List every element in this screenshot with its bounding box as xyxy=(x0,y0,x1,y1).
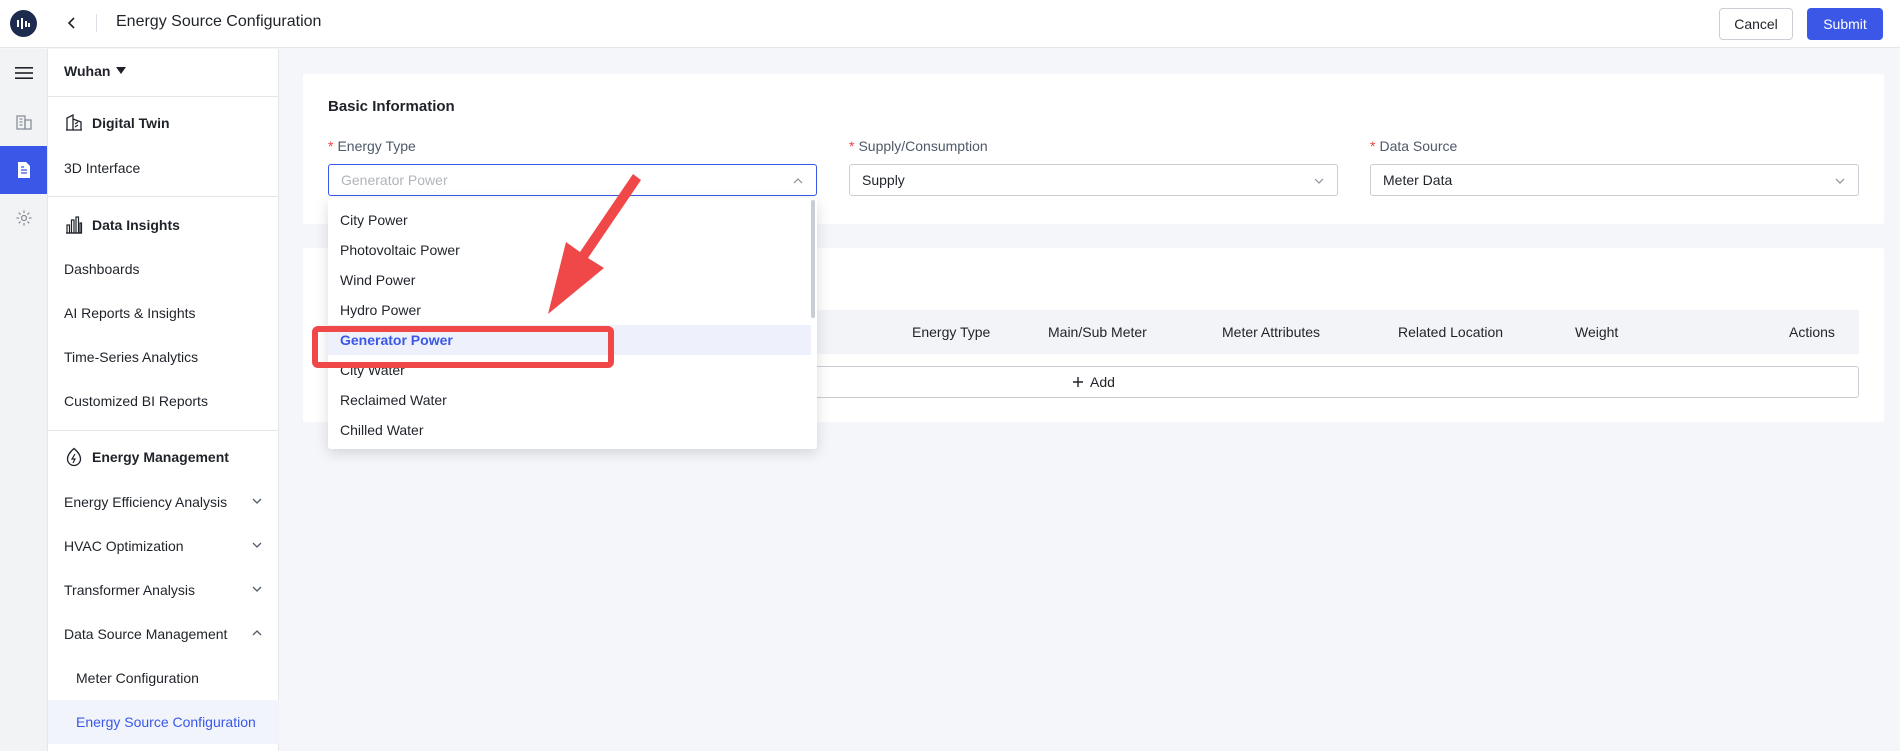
data-source-label: * Data Source xyxy=(1370,138,1458,154)
top-bar: Energy Source Configuration Cancel Submi… xyxy=(0,0,1900,48)
logo-bars-icon xyxy=(17,18,30,29)
rail-reports[interactable] xyxy=(0,146,47,194)
dropdown-scrollbar[interactable] xyxy=(811,200,815,318)
column-weight: Weight xyxy=(1575,324,1619,340)
group-energy-management: Energy Management xyxy=(64,447,229,467)
document-icon xyxy=(17,162,30,178)
option-reclaimed-water[interactable]: Reclaimed Water xyxy=(328,385,811,415)
app-logo[interactable] xyxy=(10,10,37,37)
caret-down-icon xyxy=(116,67,127,74)
sidebar-item-hvac[interactable]: HVAC Optimization xyxy=(48,524,279,568)
column-related-location: Related Location xyxy=(1398,324,1504,340)
chevron-down-icon xyxy=(252,542,262,548)
rail-buildings[interactable] xyxy=(0,98,47,146)
chevron-down-icon xyxy=(1314,178,1324,184)
energy-type-label: * Energy Type xyxy=(328,138,416,154)
chevron-down-icon xyxy=(252,498,262,504)
sidebar-item-ai-reports[interactable]: AI Reports & Insights xyxy=(48,291,279,335)
bar-chart-icon xyxy=(66,216,83,234)
sidebar: Wuhan Digital Twin 3D Interface Data Ins… xyxy=(48,49,279,751)
page-title: Energy Source Configuration xyxy=(116,13,322,30)
supply-consumption-select[interactable]: Supply xyxy=(849,164,1338,196)
data-source-select[interactable]: Meter Data xyxy=(1370,164,1859,196)
menu-toggle-button[interactable] xyxy=(0,49,47,97)
site-selector[interactable]: Wuhan xyxy=(64,63,127,79)
option-generator-power[interactable]: Generator Power xyxy=(328,325,811,355)
sidebar-item-data-source-management[interactable]: Data Source Management xyxy=(48,612,279,656)
site-name: Wuhan xyxy=(64,63,111,79)
cancel-button[interactable]: Cancel xyxy=(1719,8,1793,40)
column-energy-type: Energy Type xyxy=(912,324,991,340)
option-city-water[interactable]: City Water xyxy=(328,355,811,385)
group-digital-twin: Digital Twin xyxy=(64,113,170,133)
chevron-up-icon xyxy=(793,178,803,184)
option-hydro-power[interactable]: Hydro Power xyxy=(328,295,811,325)
option-photovoltaic-power[interactable]: Photovoltaic Power xyxy=(328,235,811,265)
option-wind-power[interactable]: Wind Power xyxy=(328,265,811,295)
sidebar-divider xyxy=(48,430,279,431)
section-title: Basic Information xyxy=(328,98,455,115)
hamburger-menu-icon xyxy=(14,67,33,79)
sidebar-item-time-series[interactable]: Time-Series Analytics xyxy=(48,335,279,379)
header-divider xyxy=(96,14,97,32)
sidebar-divider xyxy=(48,96,279,97)
column-main-sub-meter: Main/Sub Meter xyxy=(1048,324,1147,340)
energy-type-select[interactable]: Generator Power xyxy=(328,164,817,196)
back-button[interactable] xyxy=(62,13,82,33)
digital-twin-icon xyxy=(66,113,82,131)
group-data-insights: Data Insights xyxy=(64,215,180,235)
rail-settings[interactable] xyxy=(0,194,47,242)
required-asterisk: * xyxy=(1370,138,1376,154)
sidebar-item-dashboards[interactable]: Dashboards xyxy=(48,247,279,291)
required-asterisk: * xyxy=(328,138,334,154)
sidebar-item-meter-configuration[interactable]: Meter Configuration xyxy=(48,656,279,700)
required-asterisk: * xyxy=(849,138,855,154)
column-meter-attributes: Meter Attributes xyxy=(1222,324,1321,340)
energy-leaf-icon xyxy=(66,447,82,467)
sidebar-divider xyxy=(48,196,279,197)
plus-icon xyxy=(1073,377,1084,387)
sidebar-item-transformer[interactable]: Transformer Analysis xyxy=(48,568,279,612)
chevron-up-icon xyxy=(252,630,262,636)
sidebar-item-energy-source-configuration[interactable]: Energy Source Configuration xyxy=(48,700,279,744)
chevron-down-icon xyxy=(252,586,262,592)
option-chilled-water[interactable]: Chilled Water xyxy=(328,415,811,445)
option-city-power[interactable]: City Power xyxy=(328,205,811,235)
supply-consumption-label: * Supply/Consumption xyxy=(849,138,988,154)
sidebar-item-bi-reports[interactable]: Customized BI Reports xyxy=(48,379,279,423)
chevron-down-icon xyxy=(1835,178,1845,184)
gear-icon xyxy=(16,210,31,226)
sidebar-item-energy-efficiency[interactable]: Energy Efficiency Analysis xyxy=(48,480,279,524)
sidebar-item-3d-interface[interactable]: 3D Interface xyxy=(48,146,279,190)
energy-type-dropdown: City Power Photovoltaic Power Wind Power… xyxy=(328,198,817,449)
chevron-left-icon xyxy=(67,17,75,29)
icon-rail xyxy=(0,49,48,751)
submit-button[interactable]: Submit xyxy=(1807,8,1883,40)
building-icon xyxy=(15,115,32,130)
column-actions: Actions xyxy=(1789,324,1835,340)
